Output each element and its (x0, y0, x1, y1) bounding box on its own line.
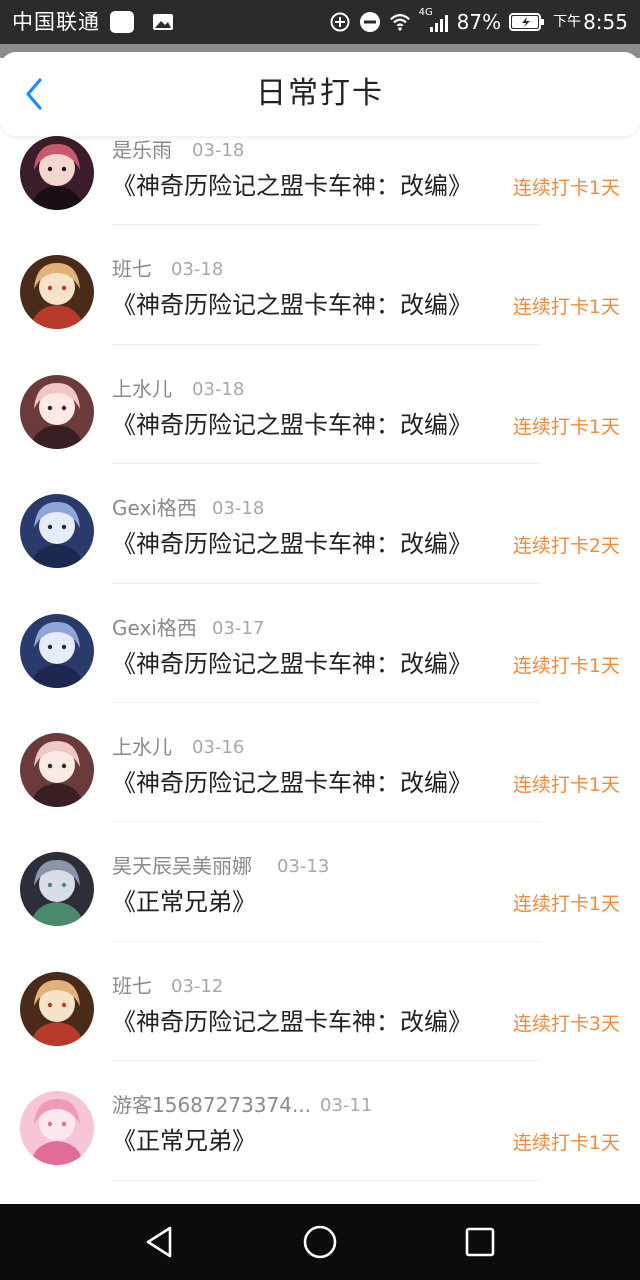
checkin-row[interactable]: Gexi格西 03-17 《神奇历险记之盟卡车神：改编》 连续打卡1天 (0, 584, 640, 703)
wifi-icon (389, 14, 410, 31)
checkin-date: 03-12 (171, 975, 224, 997)
checkin-row[interactable]: 昊天辰吴美丽娜 03-13 《正常兄弟》 连续打卡1天 (0, 822, 640, 942)
username: 班七 (112, 973, 152, 998)
streak-label: 连续打卡2天 (512, 535, 620, 558)
page-title: 日常打卡 (256, 76, 384, 111)
carrier-label: 中国联通 (12, 10, 100, 34)
work-title: 《正常兄弟》 (112, 888, 256, 917)
checkin-date: 03-16 (192, 736, 245, 758)
checkin-row[interactable]: 上水儿 03-16 《神奇历险记之盟卡车神：改编》 连续打卡1天 (0, 703, 640, 823)
checkin-date: 03-18 (192, 140, 245, 161)
streak-label: 连续打卡1天 (512, 773, 620, 796)
data-saver-icon (330, 12, 350, 32)
system-nav-bar (0, 1204, 640, 1280)
avatar[interactable] (20, 732, 94, 807)
checkin-row[interactable]: 上水儿 03-18 《神奇历险记之盟卡车神：改编》 连续打卡1天 (0, 345, 640, 465)
work-title: 《神奇历险记之盟卡车神：改编》 (112, 172, 472, 200)
checkin-list: 是乐雨 03-18 《神奇历险记之盟卡车神：改编》 连续打卡1天 班七 03-18 《神奇历… (0, 106, 640, 1181)
notification-app-icon (110, 11, 134, 33)
username: 游客15687273374... (112, 1093, 312, 1118)
avatar[interactable] (20, 494, 94, 569)
checkin-date: 03-18 (192, 378, 245, 400)
status-bar: 中国联通 4G 87% 下午 8:55 (0, 0, 640, 44)
work-title: 《正常兄弟》 (112, 1127, 256, 1156)
battery-percent: 87% (456, 10, 502, 34)
battery-icon (509, 13, 545, 31)
work-title: 《神奇历险记之盟卡车神：改编》 (112, 530, 472, 559)
avatar[interactable] (20, 613, 94, 688)
gallery-notification-icon (153, 14, 173, 30)
streak-label: 连续打卡1天 (512, 1132, 620, 1155)
work-title: 《神奇历险记之盟卡车神：改编》 (112, 649, 472, 678)
checkin-date: 03-18 (212, 498, 265, 520)
home-circle-icon[interactable] (300, 1222, 340, 1262)
do-not-disturb-icon (359, 12, 380, 32)
work-title: 《神奇历险记之盟卡车神：改编》 (112, 291, 472, 320)
username: Gexi格西 (112, 615, 197, 640)
cellular-signal-icon: 4G (419, 7, 449, 33)
avatar[interactable] (20, 852, 94, 927)
row-divider (112, 1179, 540, 1181)
checkin-row[interactable]: 游客15687273374... 03-11 《正常兄弟》 连续打卡1天 (0, 1061, 640, 1181)
work-title: 《神奇历险记之盟卡车神：改编》 (112, 768, 472, 797)
checkin-row[interactable]: 班七 03-18 《神奇历险记之盟卡车神：改编》 连续打卡1天 (0, 225, 640, 345)
checkin-date: 03-18 (171, 259, 224, 281)
recent-apps-square-icon[interactable] (460, 1222, 500, 1262)
checkin-row[interactable]: Gexi格西 03-18 《神奇历险记之盟卡车神：改编》 连续打卡2天 (0, 464, 640, 584)
avatar[interactable] (20, 1091, 94, 1166)
streak-label: 连续打卡1天 (512, 654, 620, 677)
streak-label: 连续打卡1天 (512, 415, 620, 438)
avatar[interactable] (20, 971, 94, 1046)
clock: 8:55 (583, 10, 628, 34)
username: 是乐雨 (112, 138, 172, 162)
back-triangle-icon[interactable] (140, 1222, 180, 1262)
time-period-label: 下午 (553, 14, 582, 30)
checkin-date: 03-13 (277, 856, 330, 878)
username: 昊天辰吴美丽娜 (112, 854, 252, 879)
avatar[interactable] (20, 374, 94, 449)
streak-label: 连续打卡3天 (512, 1012, 620, 1035)
avatar[interactable] (20, 136, 94, 210)
username: 上水儿 (112, 376, 172, 401)
work-title: 《神奇历险记之盟卡车神：改编》 (112, 1007, 472, 1036)
checkin-row[interactable]: 班七 03-12 《神奇历险记之盟卡车神：改编》 连续打卡3天 (0, 942, 640, 1062)
checkin-date: 03-17 (212, 617, 265, 639)
work-title: 《神奇历险记之盟卡车神：改编》 (112, 410, 472, 439)
streak-label: 连续打卡1天 (512, 893, 620, 916)
username: 班七 (112, 257, 152, 282)
streak-label: 连续打卡1天 (512, 177, 620, 199)
username: 上水儿 (112, 734, 172, 759)
streak-label: 连续打卡1天 (512, 296, 620, 319)
checkin-date: 03-11 (320, 1095, 373, 1117)
username: Gexi格西 (112, 496, 197, 521)
avatar[interactable] (20, 255, 94, 330)
header-bar: 日常打卡 (0, 52, 640, 136)
